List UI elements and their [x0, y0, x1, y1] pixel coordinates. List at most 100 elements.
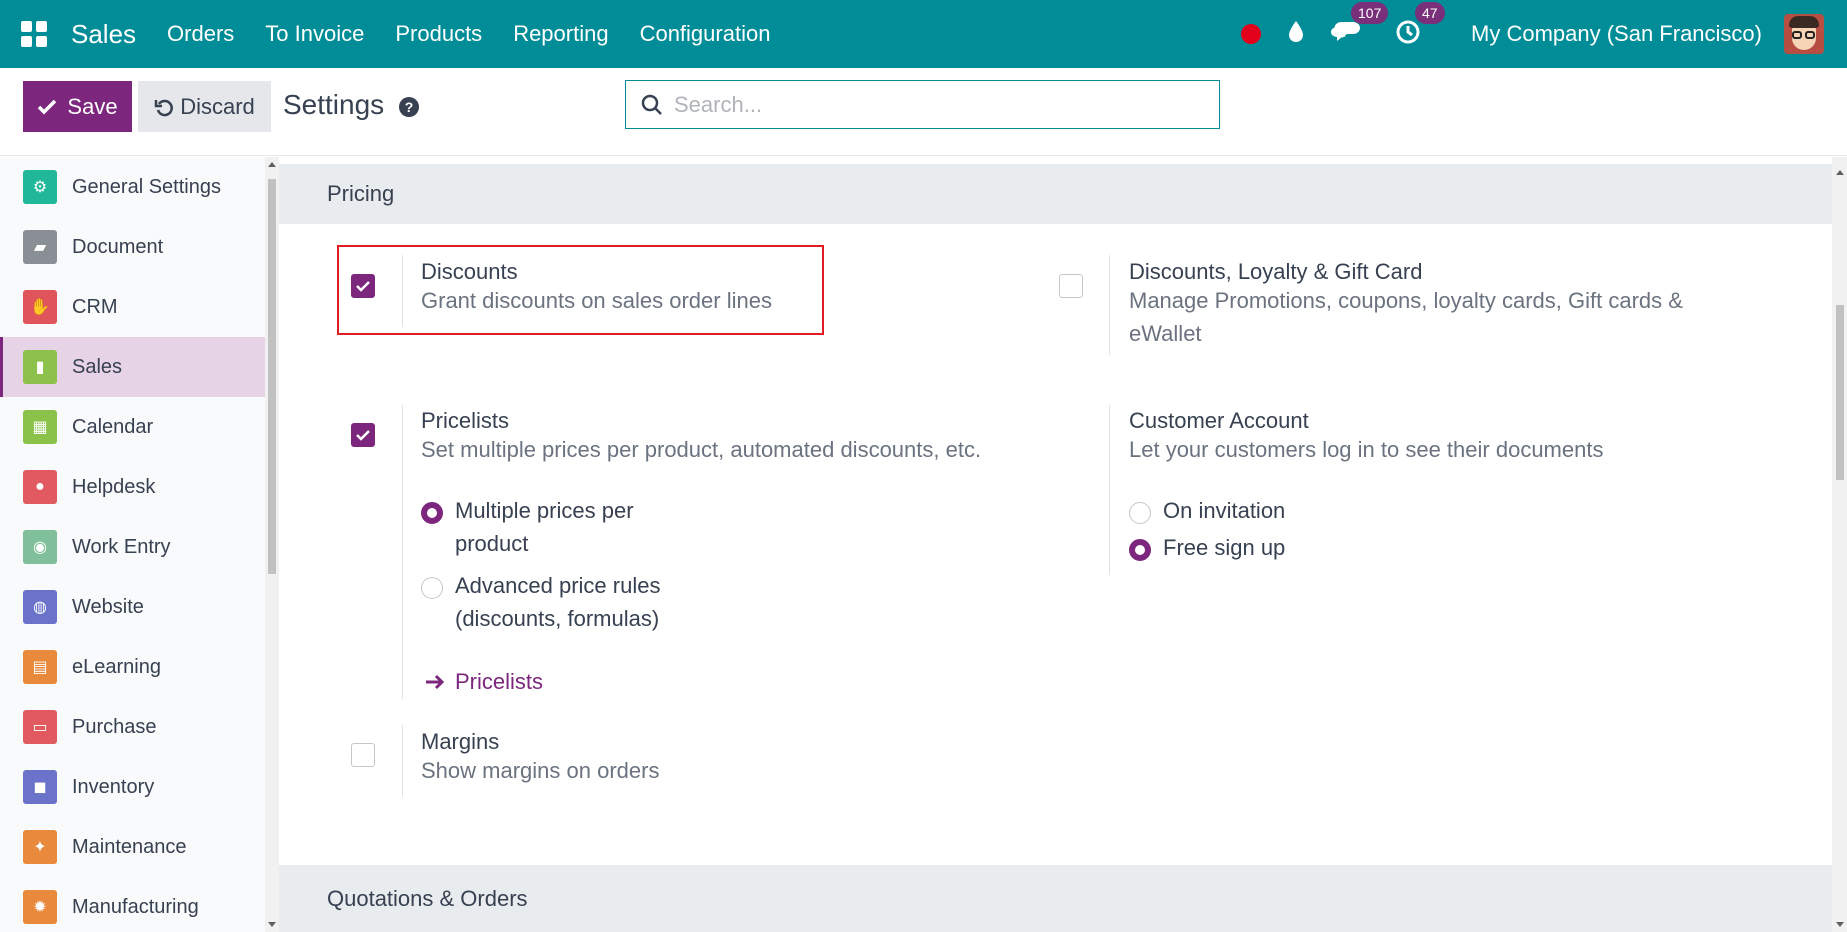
sidebar-item-label: Sales [72, 355, 123, 378]
menu-to-invoice[interactable]: To Invoice [265, 21, 364, 47]
activities-icon[interactable]: 47 [1395, 1, 1445, 50]
loyalty-desc-line1: Manage Promotions, coupons, loyalty card… [1129, 288, 1683, 313]
section-header-pricing: Pricing [279, 164, 1832, 224]
wrench-icon: ✦ [23, 830, 57, 864]
discard-button[interactable]: Discard [138, 81, 271, 132]
folder-icon: ▰ [23, 230, 57, 264]
sidebar-item-label: Document [72, 235, 164, 258]
search-input[interactable] [674, 91, 1194, 118]
support-icon: ● [23, 470, 57, 504]
menu-reporting[interactable]: Reporting [513, 21, 608, 47]
save-label: Save [67, 93, 118, 119]
margins-desc: Show margins on orders [421, 758, 660, 783]
droplet-icon[interactable] [1287, 20, 1305, 49]
control-panel: Save Discard Settings ? [0, 68, 1847, 156]
sidebar-item-manufacturing[interactable]: ✹ Manufacturing [0, 877, 265, 932]
certificate-icon: ▤ [23, 650, 57, 684]
pricelist-option-multiple-line1[interactable]: Multiple prices per [455, 494, 634, 527]
gear-icon: ⚙ [23, 170, 57, 204]
sidebar-item-document[interactable]: ▰ Document [0, 217, 265, 277]
sidebar-scrollbar[interactable] [265, 157, 279, 932]
sidebar-item-general-settings[interactable]: ⚙ General Settings [0, 157, 265, 217]
sidebar-item-helpdesk[interactable]: ● Helpdesk [0, 457, 265, 517]
pricelists-link[interactable]: Pricelists [425, 669, 543, 695]
sidebar-item-label: Inventory [72, 775, 155, 798]
menu-orders[interactable]: Orders [167, 21, 234, 47]
arrow-right-icon [426, 674, 445, 690]
handshake-icon: ✋ [23, 290, 57, 324]
discard-label: Discard [180, 93, 255, 119]
check-icon [38, 99, 57, 114]
activities-badge: 47 [1415, 1, 1445, 24]
pricelist-option-multiple-line2[interactable]: product [455, 527, 528, 560]
company-switcher[interactable]: My Company (San Francisco) [1471, 21, 1762, 47]
page-title: Settings [283, 89, 385, 120]
sidebar-item-crm[interactable]: ✋ CRM [0, 277, 265, 337]
section-header-quotations: Quotations & Orders [279, 865, 1832, 932]
sidebar-item-label: Calendar [72, 415, 154, 438]
pricelist-option-advanced-line1[interactable]: Advanced price rules [455, 569, 660, 602]
globe-icon: ◍ [23, 590, 57, 624]
loyalty-checkbox[interactable] [1059, 274, 1083, 298]
save-button[interactable]: Save [23, 81, 132, 132]
check-icon [356, 430, 370, 441]
sidebar-item-label: Work Entry [72, 535, 171, 558]
sidebar-item-label: Helpdesk [72, 475, 156, 498]
customer-account-title: Customer Account [1129, 408, 1309, 433]
loyalty-desc-line2: eWallet [1129, 321, 1202, 346]
customer-option-signup-radio[interactable] [1129, 539, 1151, 561]
check-icon [356, 281, 370, 292]
sidebar-item-label: General Settings [72, 175, 221, 198]
customer-option-invitation-label[interactable]: On invitation [1163, 494, 1285, 527]
menu-configuration[interactable]: Configuration [640, 21, 771, 47]
sidebar-item-maintenance[interactable]: ✦ Maintenance [0, 817, 265, 877]
recording-icon[interactable] [1241, 24, 1262, 44]
pricelist-option-advanced-radio[interactable] [421, 577, 443, 599]
sidebar-item-calendar[interactable]: ▦ Calendar [0, 397, 265, 457]
content-scrollbar[interactable] [1832, 157, 1847, 932]
person-icon: ◉ [23, 530, 57, 564]
chart-icon: ▮ [23, 350, 57, 384]
sidebar-item-website[interactable]: ◍ Website [0, 577, 265, 637]
sidebar-item-purchase[interactable]: ▭ Purchase [0, 697, 265, 757]
sidebar-item-label: Manufacturing [72, 895, 199, 918]
customer-account-desc: Let your customers log in to see their d… [1129, 437, 1604, 462]
sidebar-item-sales[interactable]: ▮ Sales [0, 337, 265, 397]
discounts-checkbox[interactable] [351, 274, 375, 298]
apps-grid-icon[interactable] [21, 21, 47, 47]
sidebar-item-label: Purchase [72, 715, 157, 738]
user-avatar[interactable] [1784, 14, 1824, 54]
pricelists-checkbox[interactable] [351, 423, 375, 447]
search-icon [641, 94, 662, 115]
margins-title: Margins [421, 729, 500, 754]
pricelists-title: Pricelists [421, 408, 510, 433]
settings-content: Pricing Discounts Grant discounts on sal… [279, 157, 1832, 932]
sidebar-item-inventory[interactable]: ◼ Inventory [0, 757, 265, 817]
settings-sidebar: ⚙ General Settings ▰ Document ✋ CRM ▮ Sales ▦ Cal… [0, 157, 265, 932]
customer-option-signup-label[interactable]: Free sign up [1163, 531, 1285, 564]
sidebar-item-label: CRM [72, 295, 118, 318]
help-icon[interactable]: ? [399, 97, 419, 117]
customer-option-invitation-radio[interactable] [1129, 502, 1151, 524]
sidebar-item-label: Website [72, 595, 144, 618]
undo-icon [154, 99, 174, 116]
margins-checkbox[interactable] [351, 743, 375, 767]
discounts-desc: Grant discounts on sales order lines [421, 288, 772, 313]
sidebar-item-elearning[interactable]: ▤ eLearning [0, 637, 265, 697]
pricelist-option-multiple-radio[interactable] [421, 502, 443, 524]
box-icon: ◼ [23, 770, 57, 804]
discounts-title: Discounts [421, 259, 518, 284]
messages-icon[interactable]: 107 [1331, 1, 1389, 50]
loyalty-title: Discounts, Loyalty & Gift Card [1129, 259, 1423, 284]
sidebar-item-label: eLearning [72, 655, 161, 678]
cog-icon: ✹ [23, 890, 57, 924]
menu-products[interactable]: Products [395, 21, 482, 47]
pricelist-option-advanced-line2[interactable]: (discounts, formulas) [455, 602, 659, 635]
sidebar-item-work-entry[interactable]: ◉ Work Entry [0, 517, 265, 577]
messages-badge: 107 [1351, 1, 1389, 24]
sidebar-item-label: Maintenance [72, 835, 187, 858]
app-brand[interactable]: Sales [71, 19, 136, 50]
calendar-icon: ▦ [23, 410, 57, 444]
top-navbar: Sales Orders To Invoice Products Reporti… [0, 0, 1847, 68]
search-box[interactable] [625, 80, 1220, 129]
